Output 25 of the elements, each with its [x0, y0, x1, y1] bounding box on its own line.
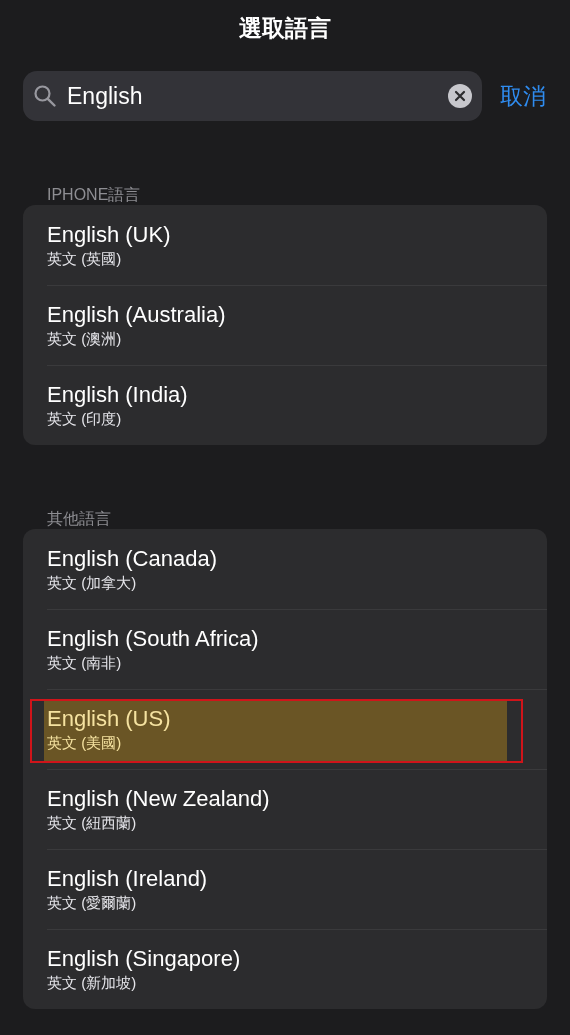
language-native-name: 英文 (愛爾蘭): [47, 893, 138, 913]
language-name[interactable]: English (South Africa): [47, 625, 547, 653]
language-native-name: 英文 (英國): [47, 249, 123, 269]
language-name[interactable]: English (Australia): [47, 301, 547, 329]
language-native-name: 英文 (紐西蘭): [47, 813, 138, 833]
language-native-name: 英文 (加拿大): [47, 573, 138, 593]
language-native-name: 英文 (印度): [47, 409, 123, 429]
screen-title: 選取語言: [238, 14, 332, 43]
search-icon: [33, 84, 57, 108]
section-header: 其他語言: [47, 509, 112, 529]
language-name[interactable]: English (Canada): [47, 545, 547, 573]
section-header: IPHONE語言: [47, 185, 142, 205]
cancel-button[interactable]: 取消: [500, 80, 546, 112]
language-native-name: 英文 (美國): [47, 733, 123, 753]
language-native-name: 英文 (南非): [47, 653, 123, 673]
language-name[interactable]: English (UK): [47, 221, 547, 249]
language-name[interactable]: English (New Zealand): [47, 785, 547, 813]
language-name[interactable]: English (Singapore): [47, 945, 547, 973]
language-native-name: 英文 (新加坡): [47, 973, 138, 993]
search-field[interactable]: English: [23, 71, 482, 121]
language-name[interactable]: English (Ireland): [47, 865, 547, 893]
language-name[interactable]: English (India): [47, 381, 547, 409]
clear-icon[interactable]: [448, 84, 472, 108]
language-native-name: 英文 (澳洲): [47, 329, 123, 349]
language-name[interactable]: English (US): [47, 705, 547, 733]
